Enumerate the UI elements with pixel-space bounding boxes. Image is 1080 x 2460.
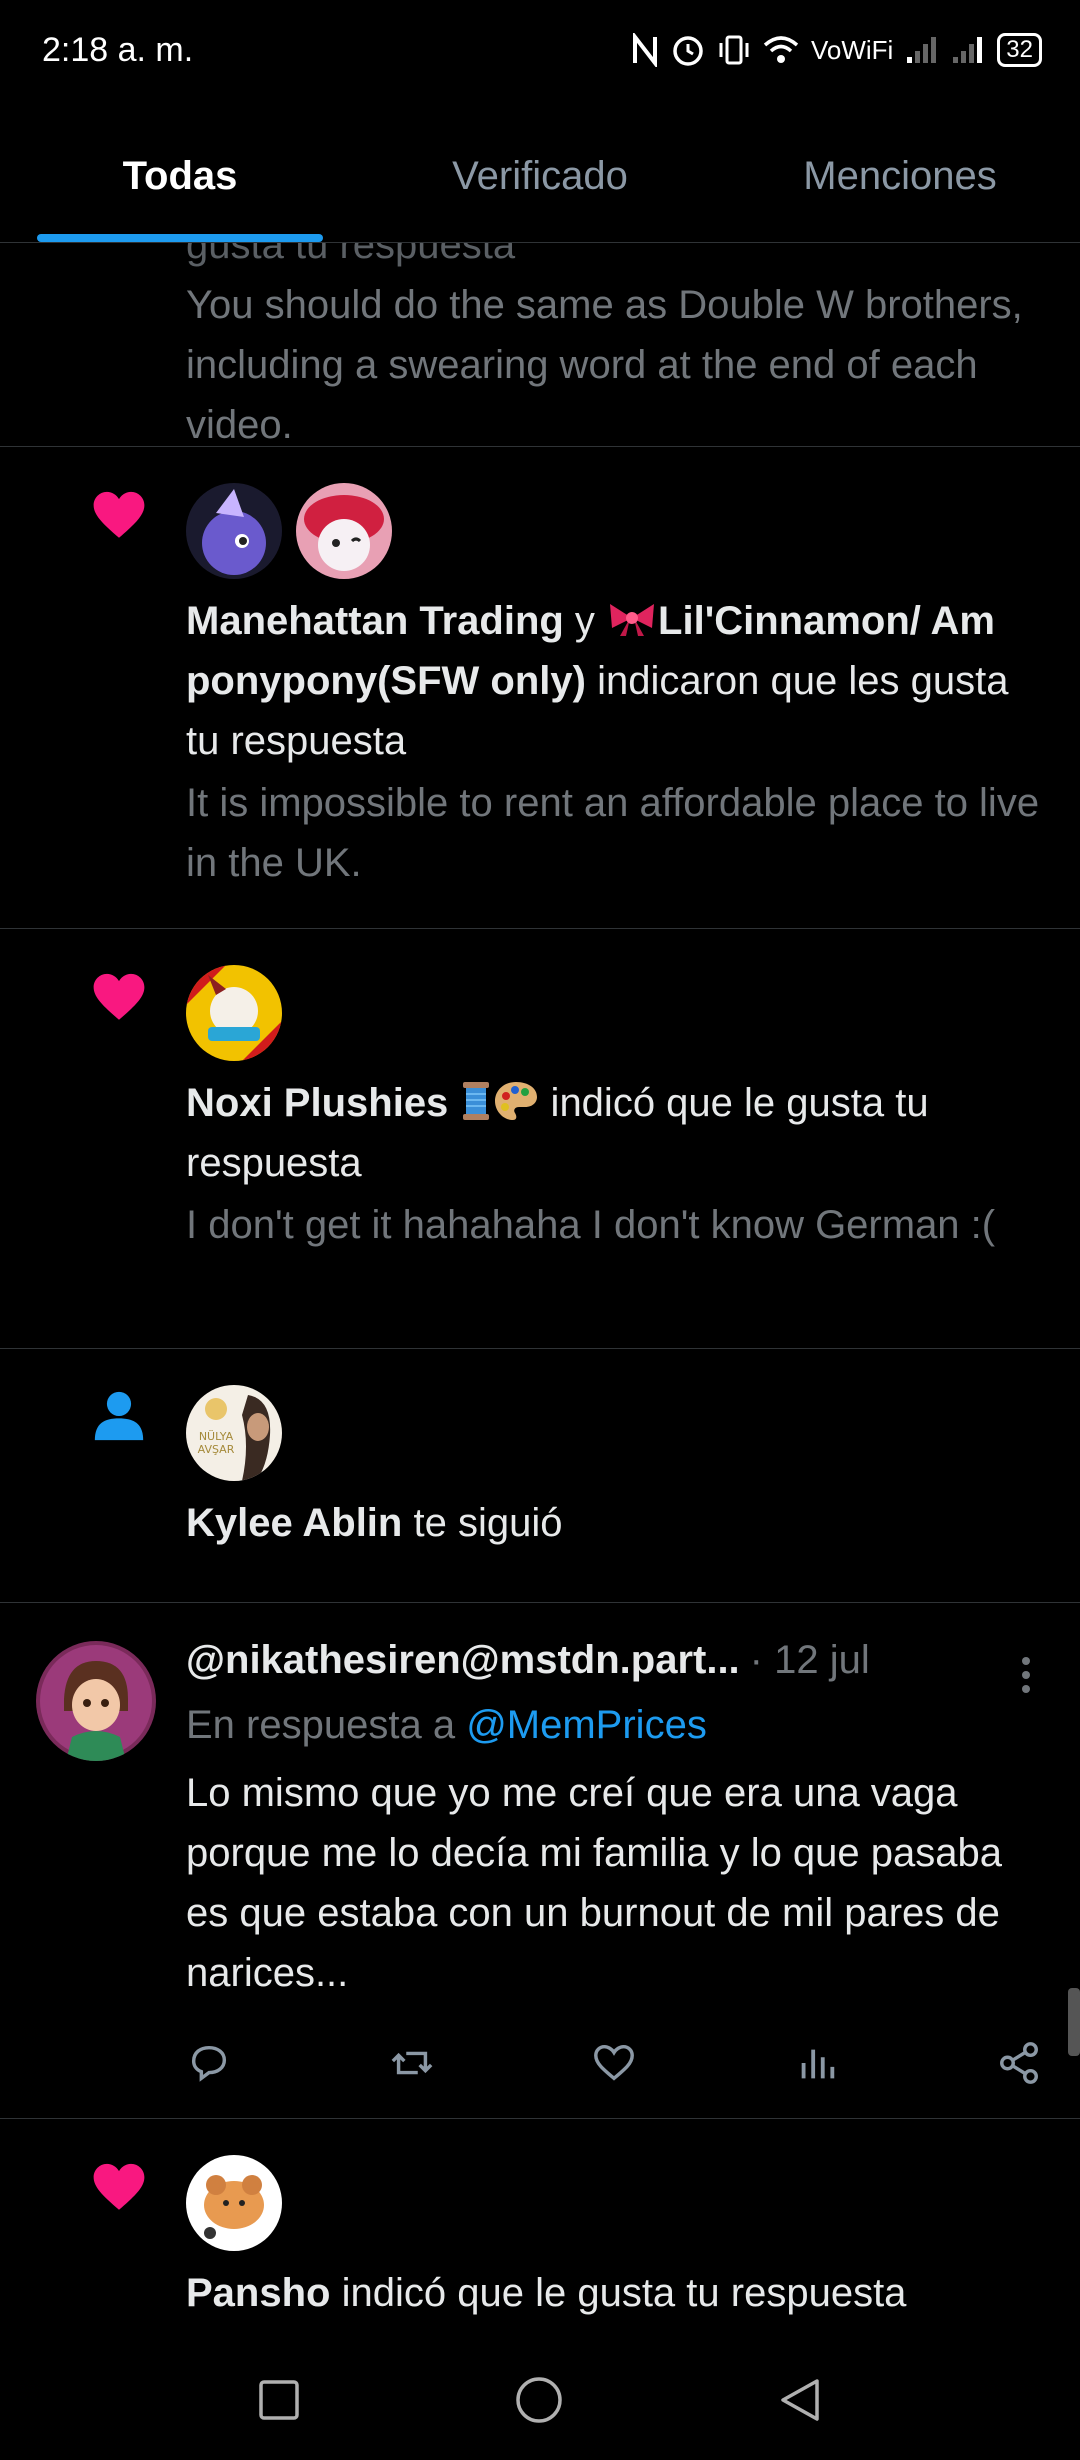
avatar-kylee-ablin[interactable]: NÜLYA AVŞAR <box>186 1385 282 1481</box>
liker-name-1[interactable]: Manehattan Trading <box>186 599 564 643</box>
like-notification-1[interactable]: Manehattan Trading y Lil'Cinnamon/ Am po… <box>0 447 1080 929</box>
home-icon[interactable] <box>514 2375 564 2425</box>
wifi-icon <box>763 36 799 63</box>
notification-item-partial[interactable]: gusta tu respuesta You should do the sam… <box>0 243 1080 447</box>
reply-tweet[interactable]: @nikathesiren@mstdn.part... · 12 jul En … <box>0 1603 1080 2119</box>
tab-verificado[interactable]: Verificado <box>360 110 720 242</box>
like-notification-2[interactable]: Noxi Plushies indicó que le gusta tu res… <box>0 929 1080 1349</box>
views-icon[interactable] <box>794 2040 840 2086</box>
avatar-pansho[interactable] <box>186 2155 282 2251</box>
partial-cut-text: gusta tu respuesta <box>186 243 516 267</box>
signal-icon-1 <box>907 37 937 63</box>
liker-name-pansho[interactable]: Pansho <box>186 2271 330 2315</box>
thread-spool-icon <box>463 1082 490 1120</box>
reply-context: En respuesta a @MemPrices <box>186 1703 707 1747</box>
tweet-author-handle[interactable]: @nikathesiren@mstdn.part... <box>186 1638 740 1683</box>
tweet-actions <box>186 2033 1050 2093</box>
alarm-icon <box>673 36 703 66</box>
liker-avatars <box>186 2155 1050 2251</box>
scrollbar[interactable] <box>1068 1988 1080 2056</box>
share-icon[interactable] <box>996 2040 1042 2086</box>
like-2-text: Noxi Plushies indicó que le gusta tu res… <box>186 1081 929 1185</box>
signal-icon-2 <box>953 37 983 63</box>
liker-name-noxi[interactable]: Noxi Plushies <box>186 1081 448 1125</box>
tweet-header: @nikathesiren@mstdn.part... · 12 jul <box>186 1623 1050 1697</box>
reply-icon[interactable] <box>186 2040 232 2086</box>
recent-apps-icon[interactable] <box>257 2378 301 2422</box>
avatar-nikathesiren[interactable] <box>36 1641 156 1761</box>
tab-todas[interactable]: Todas <box>0 110 360 242</box>
avatar-lilcinnamon[interactable] <box>296 483 392 579</box>
status-time: 2:18 a. m. <box>42 30 194 69</box>
back-icon[interactable] <box>777 2375 823 2425</box>
status-icons: VoWiFi 32 <box>631 33 1042 67</box>
tweet-text: Lo mismo que yo me creí que era una vaga… <box>186 1771 1003 1995</box>
status-bar: 2:18 a. m. VoWiFi 32 <box>0 0 1080 100</box>
liker-avatars <box>186 965 1050 1061</box>
battery-indicator: 32 <box>997 33 1042 67</box>
vowifi-label: VoWiFi <box>810 34 894 65</box>
like-notification-3[interactable]: Pansho indicó que le gusta tu respuesta <box>0 2119 1080 2340</box>
heart-icon <box>93 491 145 538</box>
like-2-quote: I don't get it hahahaha I don't know Ger… <box>186 1203 996 1247</box>
partial-quote-text: You should do the same as Double W broth… <box>186 283 1023 447</box>
notification-tabs: Todas Verificado Menciones <box>0 110 1080 243</box>
tweet-date: · 12 jul <box>749 1637 870 1682</box>
palette-icon <box>495 1082 538 1120</box>
like-1-text: Manehattan Trading y Lil'Cinnamon/ Am po… <box>186 599 1009 763</box>
svg-text:AVŞAR: AVŞAR <box>198 1443 235 1456</box>
heart-icon <box>93 2163 145 2210</box>
vibrate-icon <box>719 35 749 65</box>
follow-notification[interactable]: NÜLYA AVŞAR Kylee Ablin te siguió <box>0 1349 1080 1603</box>
ribbon-bow-icon <box>610 604 655 636</box>
tab-menciones[interactable]: Menciones <box>720 110 1080 242</box>
like-icon[interactable] <box>591 2040 637 2086</box>
follow-text: Kylee Ablin te siguió <box>186 1501 563 1545</box>
avatar-noxi-plushies[interactable] <box>186 965 282 1061</box>
follower-avatars: NÜLYA AVŞAR <box>186 1385 1050 1481</box>
nfc-icon <box>632 33 657 67</box>
svg-text:NÜLYA: NÜLYA <box>199 1430 234 1443</box>
liker-avatars <box>186 483 1050 579</box>
like-1-quote: It is impossible to rent an affordable p… <box>186 781 1040 885</box>
heart-icon <box>93 973 145 1020</box>
more-options-icon[interactable] <box>1020 1655 1032 1695</box>
retweet-icon[interactable] <box>389 2040 435 2086</box>
like-3-text: Pansho indicó que le gusta tu respuesta <box>186 2271 907 2315</box>
avatar-manehattan[interactable] <box>186 483 282 579</box>
follower-name[interactable]: Kylee Ablin <box>186 1501 402 1545</box>
system-navigation-bar <box>0 2340 1080 2460</box>
notification-feed: gusta tu respuesta You should do the sam… <box>0 243 1080 2340</box>
person-icon <box>94 1391 144 1441</box>
reply-to-link[interactable]: @MemPrices <box>466 1703 707 1747</box>
